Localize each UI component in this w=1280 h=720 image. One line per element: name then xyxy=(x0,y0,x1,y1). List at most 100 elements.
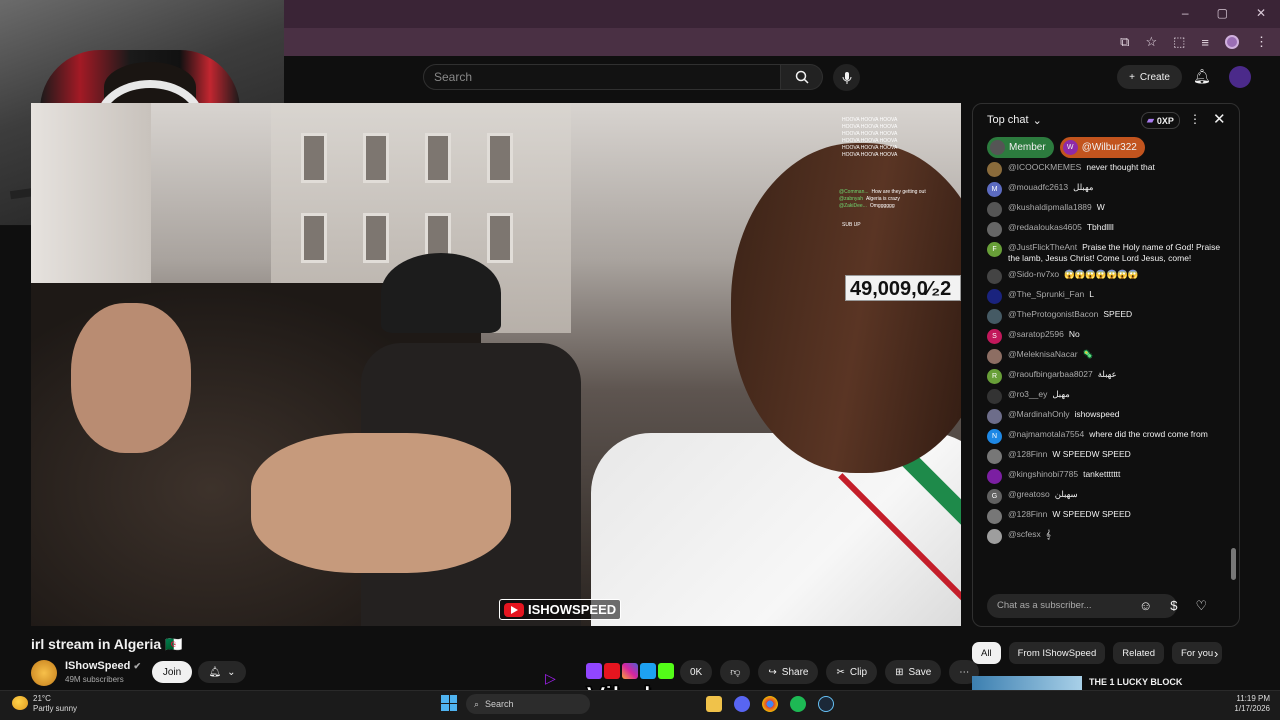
chat-author[interactable]: @greatoso xyxy=(1008,489,1050,499)
chip-from-channel[interactable]: From IShowSpeed xyxy=(1008,642,1106,664)
heart-icon[interactable]: ♡ xyxy=(1196,598,1208,614)
chevron-down-icon[interactable]: ⌄ xyxy=(1033,114,1042,127)
user-pill[interactable]: W @Wilbur322 xyxy=(1059,137,1145,158)
bookmark-star-icon[interactable]: ☆ xyxy=(1145,34,1157,50)
chat-avatar[interactable] xyxy=(987,289,1002,304)
chat-avatar[interactable] xyxy=(987,409,1002,424)
discord-icon[interactable] xyxy=(734,696,750,712)
weather-widget[interactable]: 21°C Partly sunny xyxy=(33,694,77,714)
chat-avatar[interactable] xyxy=(987,269,1002,284)
chat-author[interactable]: @JustFlickTheAnt xyxy=(1008,242,1077,252)
chat-avatar[interactable] xyxy=(987,529,1002,544)
chat-author[interactable]: @redaaloukas4605 xyxy=(1008,222,1082,232)
chevron-right-icon[interactable]: › xyxy=(1214,646,1218,661)
video-player[interactable]: HOOVA HOOVA HOOVA HOOVA HOOVA HOOVA HOOV… xyxy=(31,103,961,626)
search-icon xyxy=(795,70,809,84)
clip-button[interactable]: ✂ Clip xyxy=(826,660,878,684)
join-button[interactable]: Join xyxy=(152,661,192,683)
notifications-bell-icon[interactable]: 🔔︎ xyxy=(1193,68,1211,85)
channel-watermark: ISHOWSPEED xyxy=(499,599,622,620)
chip-related[interactable]: Related xyxy=(1113,642,1164,664)
chat-avatar[interactable] xyxy=(987,509,1002,524)
related-filter-chips: All From IShowSpeed Related For you xyxy=(972,642,1223,664)
close-chat-icon[interactable]: ✕ xyxy=(1213,110,1226,128)
chat-author[interactable]: @MardinahOnly xyxy=(1008,409,1070,419)
chat-scrollbar-thumb[interactable] xyxy=(1231,548,1236,580)
top-chat-dropdown[interactable]: Top chat xyxy=(987,114,1029,126)
chat-avatar[interactable]: F xyxy=(987,242,1002,257)
chat-avatar[interactable] xyxy=(987,349,1002,364)
chrome-icon[interactable] xyxy=(762,696,778,712)
chat-author[interactable]: @MeleknisaNacar xyxy=(1008,349,1078,359)
chat-author[interactable]: @Sido-nv7xo xyxy=(1008,269,1059,279)
member-pill[interactable]: Member xyxy=(987,137,1054,158)
fan-face xyxy=(71,303,191,453)
chat-author[interactable]: @ICOOCKMEMES xyxy=(1008,162,1081,172)
chat-author[interactable]: @128Finn xyxy=(1008,449,1047,459)
maximize-button[interactable]: ▢ xyxy=(1217,6,1228,20)
chat-avatar[interactable] xyxy=(987,222,1002,237)
chat-author[interactable]: @raoufbingarbaa8027 xyxy=(1008,369,1093,379)
dislike-button[interactable]: 👎︎ xyxy=(720,660,751,684)
like-button[interactable]: 0K xyxy=(680,660,713,684)
chat-author[interactable]: @mouadfc2613 xyxy=(1008,182,1068,192)
chat-text: 𝄞 xyxy=(1045,529,1051,539)
chat-author[interactable]: @najmamotala7554 xyxy=(1008,429,1084,439)
xp-badge[interactable]: ▰ 0XP xyxy=(1141,112,1180,129)
browser-menu-icon[interactable]: ⋮ xyxy=(1255,34,1268,50)
chat-avatar[interactable]: N xyxy=(987,429,1002,444)
system-clock[interactable]: 11:19 PM 1/17/2026 xyxy=(1226,694,1270,714)
more-options-icon[interactable]: ⋮ xyxy=(1189,112,1201,126)
spotify-icon[interactable] xyxy=(790,696,806,712)
recommendation-thumbnail[interactable] xyxy=(972,676,1082,690)
chat-author[interactable]: @kushaldipmalla1889 xyxy=(1008,202,1092,212)
close-window-button[interactable]: ✕ xyxy=(1256,6,1266,20)
chat-author[interactable]: @scfesx xyxy=(1008,529,1041,539)
share-button[interactable]: ↪ Share xyxy=(758,660,819,684)
recommendation-title[interactable]: THE 1 LUCKY BLOCK xyxy=(1089,677,1182,687)
chat-avatar[interactable]: S xyxy=(987,329,1002,344)
search-button[interactable] xyxy=(781,64,823,90)
minimize-button[interactable]: – xyxy=(1182,6,1189,20)
super-chat-icon[interactable]: $ xyxy=(1170,598,1177,614)
user-avatar[interactable] xyxy=(1229,66,1251,88)
channel-name[interactable]: IShowSpeed ✔ xyxy=(65,660,141,672)
file-explorer-icon[interactable] xyxy=(706,696,722,712)
profile-avatar[interactable] xyxy=(1225,35,1239,49)
chat-avatar[interactable]: R xyxy=(987,369,1002,384)
chat-avatar[interactable]: G xyxy=(987,489,1002,504)
chat-avatar[interactable] xyxy=(987,469,1002,484)
chat-author[interactable]: @128Finn xyxy=(1008,509,1047,519)
chat-avatar[interactable] xyxy=(987,389,1002,404)
chat-author[interactable]: @ro3__ey xyxy=(1008,389,1047,399)
extensions-icon[interactable]: ⬚ xyxy=(1173,34,1185,50)
taskbar-search[interactable]: ⌕ Search xyxy=(466,694,590,714)
subscribe-bell-button[interactable]: 🔔︎ ⌄ xyxy=(198,661,246,683)
chat-avatar[interactable] xyxy=(987,162,1002,177)
reading-list-icon[interactable]: ≡ xyxy=(1201,35,1209,50)
plus-icon: + xyxy=(1129,71,1135,83)
chat-avatar[interactable] xyxy=(987,449,1002,464)
chat-author[interactable]: @The_Sprunki_Fan xyxy=(1008,289,1084,299)
overlay-chat: HOOVA HOOVA HOOVA HOOVA HOOVA HOOVA HOOV… xyxy=(839,117,959,267)
cast-icon[interactable]: ⧉ xyxy=(1120,34,1129,50)
chat-author[interactable]: @TheProtogonistBacon xyxy=(1008,309,1098,319)
channel-avatar[interactable] xyxy=(31,660,57,686)
emoji-icon[interactable]: ☺ xyxy=(1139,598,1152,614)
weather-icon[interactable] xyxy=(12,696,28,710)
chat-avatar[interactable]: M xyxy=(987,182,1002,197)
chat-avatar[interactable] xyxy=(987,202,1002,217)
search-input[interactable]: Search xyxy=(423,64,781,90)
instagram-icon xyxy=(622,663,638,679)
voice-search-button[interactable] xyxy=(833,64,860,91)
chat-author[interactable]: @saratop2596 xyxy=(1008,329,1064,339)
create-button[interactable]: + Create xyxy=(1117,65,1182,89)
chat-avatar[interactable] xyxy=(987,309,1002,324)
chat-scrollbar[interactable] xyxy=(1231,166,1236,584)
chat-author[interactable]: @kingshinobi7785 xyxy=(1008,469,1078,479)
chip-all[interactable]: All xyxy=(972,642,1001,664)
steam-icon[interactable] xyxy=(818,696,834,712)
save-button[interactable]: ⊞ Save xyxy=(885,660,942,684)
start-button[interactable] xyxy=(441,695,457,711)
bucket-hat xyxy=(381,253,501,333)
